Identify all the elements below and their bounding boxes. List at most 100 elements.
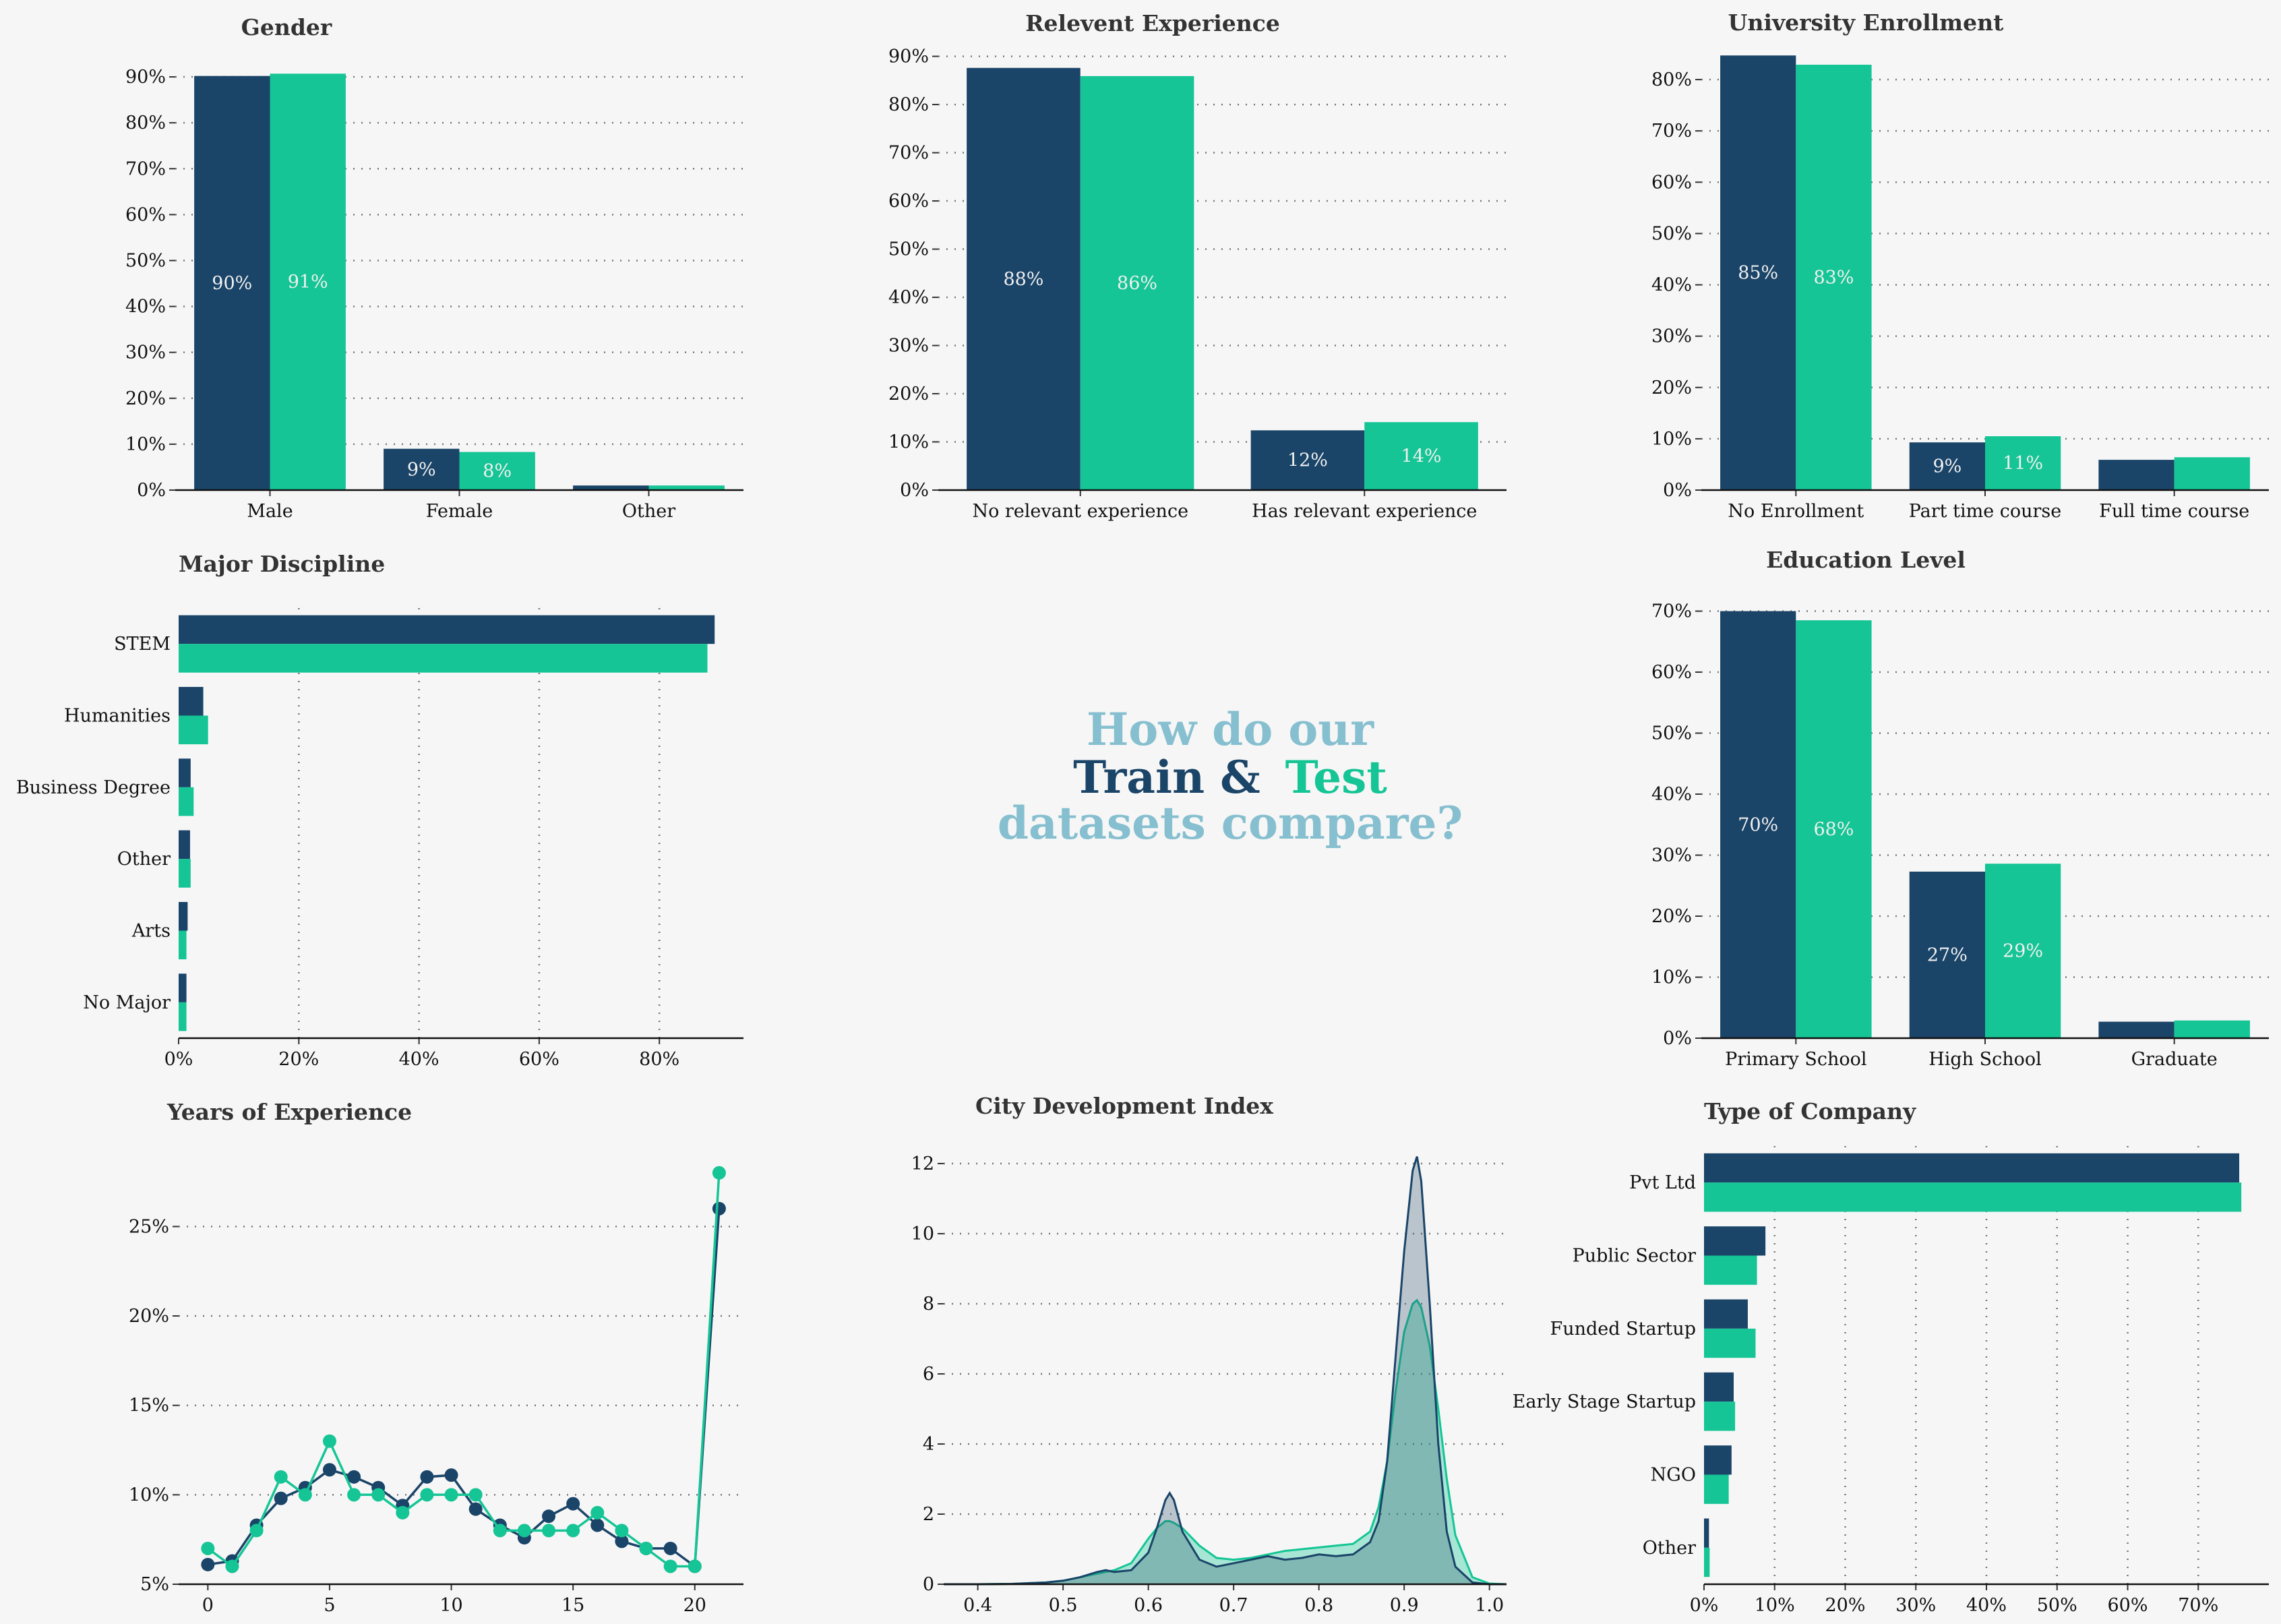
- y-tick-label: 50%: [125, 250, 166, 271]
- x-tick-label: 1.0: [1475, 1595, 1504, 1616]
- y-tick-label: STEM: [114, 634, 171, 655]
- headline-line1: How do our: [1087, 703, 1374, 756]
- data-label-train: 12%: [1287, 450, 1328, 471]
- x-tick-label: 50%: [2037, 1595, 2077, 1616]
- bar-train-humanities: [179, 686, 204, 716]
- data-label-test: 11%: [2003, 453, 2043, 474]
- bar-train-public-sector: [1704, 1226, 1766, 1256]
- point-test: [468, 1488, 483, 1502]
- bar-test-ngo: [1704, 1474, 1729, 1504]
- y-tick-label: 50%: [1651, 723, 1692, 744]
- discipline-title: Major Discipline: [179, 551, 385, 577]
- data-label-train: 70%: [1738, 814, 1778, 835]
- y-tick-label: 10%: [129, 1484, 169, 1505]
- y-tick-label: 70%: [125, 158, 166, 179]
- data-label-test: 8%: [483, 461, 512, 482]
- y-tick-label: 70%: [1651, 121, 1692, 142]
- data-label-train: 90%: [212, 273, 252, 294]
- gender-title: Gender: [241, 14, 332, 40]
- y-tick-label: 20%: [125, 388, 166, 409]
- y-tick-label: 60%: [1651, 662, 1692, 683]
- data-label-test: 29%: [2003, 941, 2043, 962]
- y-tick-label: 2: [923, 1504, 934, 1525]
- enrollment-title: University Enrollment: [1728, 9, 2004, 36]
- point-test: [493, 1524, 507, 1538]
- y-tick-label: No Major: [83, 992, 171, 1013]
- point-train: [663, 1541, 677, 1555]
- y-tick-label: 10%: [125, 434, 166, 455]
- x-tick-label: High School: [1928, 1049, 2042, 1070]
- x-tick-label: 5: [324, 1595, 335, 1616]
- y-tick-label: 70%: [888, 143, 929, 164]
- x-tick-label: Female: [426, 501, 493, 522]
- point-train: [712, 1201, 726, 1215]
- data-label-train: 9%: [407, 459, 436, 480]
- y-tick-label: 20%: [888, 384, 929, 404]
- point-test: [371, 1488, 386, 1502]
- x-tick-label: 0.7: [1219, 1595, 1248, 1616]
- headline-line3: datasets compare?: [998, 797, 1463, 849]
- y-tick-label: 40%: [125, 297, 166, 318]
- x-tick-label: 0.8: [1304, 1595, 1333, 1616]
- data-label-train: 88%: [1003, 269, 1043, 290]
- bar-test-full-time-course: [2174, 457, 2250, 490]
- y-tick-label: 8: [923, 1294, 934, 1315]
- y-tick-label: Public Sector: [1573, 1246, 1697, 1267]
- point-test: [639, 1541, 653, 1555]
- years-title: Years of Experience: [166, 1099, 412, 1125]
- point-test: [663, 1559, 677, 1573]
- point-test: [517, 1524, 531, 1538]
- education-title: Education Level: [1766, 547, 1966, 573]
- x-tick-label: 40%: [399, 1049, 439, 1070]
- x-tick-label: 20: [683, 1595, 706, 1616]
- x-tick-label: Primary School: [1725, 1049, 1866, 1070]
- bar-train-full-time-course: [2098, 460, 2174, 490]
- bar-train-pvt-ltd: [1704, 1153, 2240, 1183]
- bar-test-pvt-ltd: [1704, 1182, 2242, 1212]
- x-tick-label: 10%: [1755, 1595, 1795, 1616]
- x-tick-label: 10: [439, 1595, 462, 1616]
- point-test: [688, 1559, 702, 1573]
- y-tick-label: 0%: [1663, 1028, 1692, 1049]
- x-tick-label: 15: [561, 1595, 584, 1616]
- dashboard-figure: Gender 0%10%20%30%40%50%60%70%80%90%90% 9…: [0, 0, 2281, 1624]
- y-tick-label: 4: [923, 1434, 934, 1455]
- x-tick-label: Male: [247, 501, 293, 522]
- headline-line2: Train & Test: [1073, 751, 1387, 804]
- bar-test-no-major: [179, 1002, 187, 1031]
- y-tick-label: 40%: [1651, 784, 1692, 805]
- y-tick-label: 10%: [888, 432, 929, 453]
- point-test: [396, 1505, 410, 1520]
- x-tick-label: Part time course: [1909, 501, 2062, 522]
- y-tick-label: 30%: [1651, 326, 1692, 347]
- y-tick-label: 60%: [125, 204, 166, 225]
- y-tick-label: 50%: [888, 239, 929, 260]
- point-train: [274, 1491, 288, 1505]
- bar-train-other: [1704, 1518, 1709, 1548]
- y-tick-label: 12: [911, 1153, 934, 1174]
- y-tick-label: 80%: [888, 94, 929, 115]
- y-tick-label: 30%: [125, 342, 166, 363]
- y-tick-label: 6: [923, 1364, 934, 1385]
- point-test: [201, 1541, 215, 1555]
- y-tick-label: Pvt Ltd: [1629, 1172, 1696, 1193]
- bar-train-funded-startup: [1704, 1299, 1748, 1329]
- bar-train-business-degree: [179, 758, 191, 787]
- point-train: [420, 1470, 434, 1484]
- headline-train: Train: [1073, 751, 1205, 804]
- y-tick-label: 0%: [137, 480, 166, 501]
- company-title: Type of Company: [1704, 1098, 1916, 1124]
- point-train: [542, 1509, 556, 1524]
- x-tick-label: No relevant experience: [972, 501, 1188, 522]
- point-test: [298, 1488, 312, 1502]
- bar-test-business-degree: [179, 787, 194, 816]
- y-tick-label: 60%: [1651, 172, 1692, 193]
- point-test: [420, 1488, 434, 1502]
- x-tick-label: 30%: [1895, 1595, 1936, 1616]
- bar-test-stem: [179, 644, 708, 673]
- bar-test-early-stage-startup: [1704, 1402, 1736, 1431]
- point-test: [590, 1505, 605, 1520]
- data-label-test: 14%: [1401, 446, 1442, 467]
- data-label-test: 68%: [1813, 819, 1854, 840]
- x-tick-label: Graduate: [2131, 1049, 2218, 1070]
